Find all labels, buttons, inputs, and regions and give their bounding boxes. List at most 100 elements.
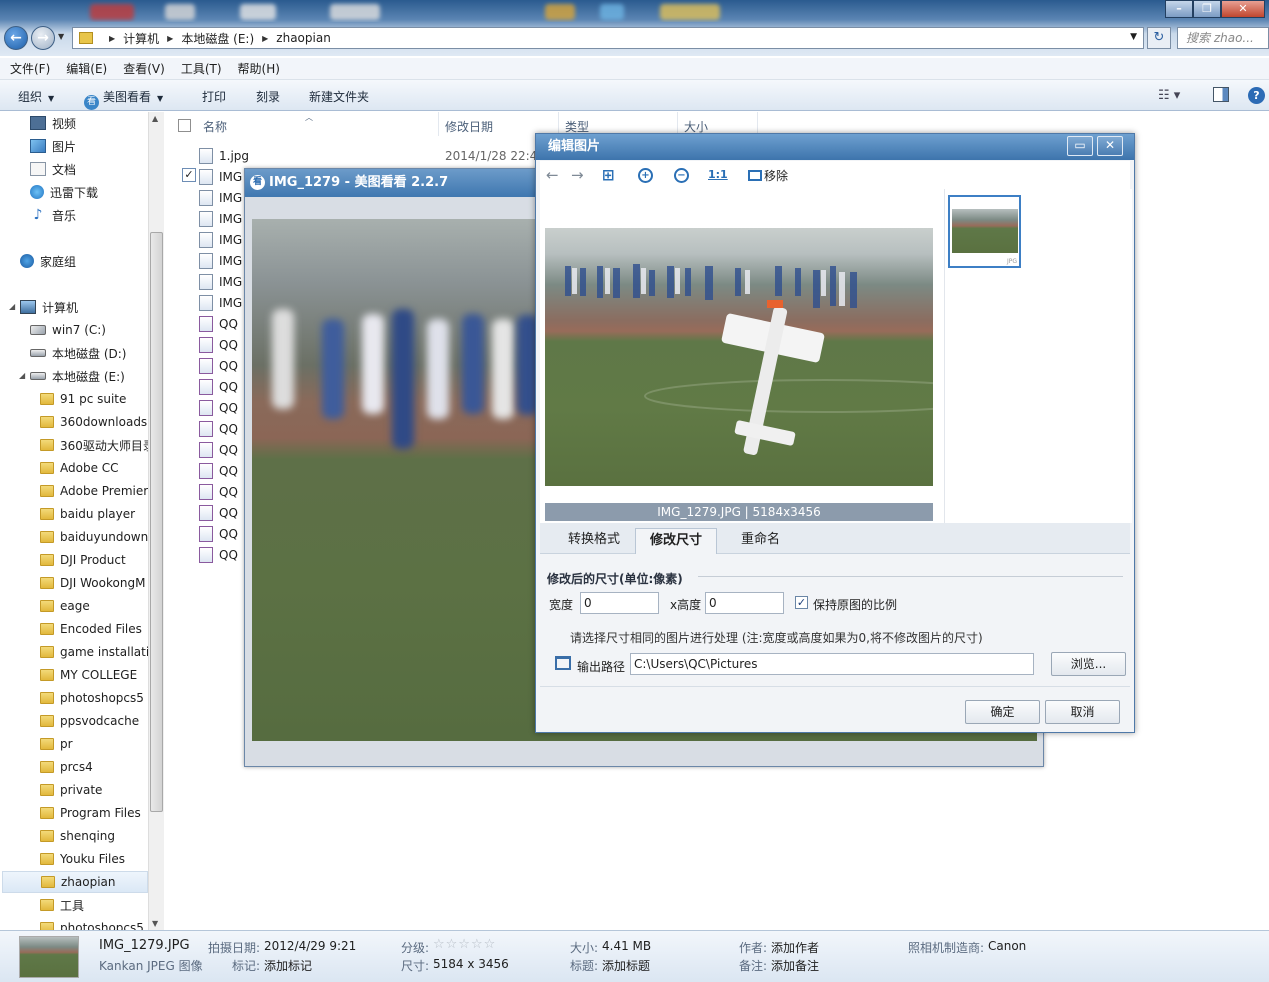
folder-item[interactable]: ppsvodcache bbox=[40, 710, 164, 732]
actual-size-button[interactable]: 1:1 bbox=[708, 168, 728, 181]
menu-view[interactable]: 查看(V) bbox=[123, 60, 165, 77]
nav-drive-e[interactable]: 本地磁盘 (E:) bbox=[30, 365, 164, 387]
organize-button[interactable]: 组织 ▼ bbox=[18, 88, 54, 105]
chevron-down-icon[interactable]: ▼ bbox=[1130, 32, 1137, 42]
folder-item[interactable]: Encoded Files bbox=[40, 618, 164, 640]
folder-item[interactable]: Youku Files bbox=[40, 848, 164, 870]
thumbnail-card[interactable]: JPG bbox=[948, 195, 1021, 268]
folder-item[interactable]: prcs4 bbox=[40, 756, 164, 778]
chevron-right-icon[interactable]: ▶ bbox=[262, 34, 268, 43]
file-row[interactable]: QQ bbox=[199, 397, 238, 418]
menu-file[interactable]: 文件(F) bbox=[10, 60, 50, 77]
file-row[interactable]: QQ bbox=[199, 544, 238, 565]
tags-value[interactable]: 添加标记 bbox=[264, 957, 312, 974]
search-input[interactable]: 搜索 zhao... bbox=[1177, 27, 1269, 49]
file-row[interactable]: QQ bbox=[199, 460, 238, 481]
folder-item[interactable]: DJI Product bbox=[40, 549, 164, 571]
file-row[interactable]: IMG bbox=[199, 292, 242, 313]
tab-resize[interactable]: 修改尺寸 bbox=[635, 528, 718, 554]
scrollbar-thumb[interactable] bbox=[150, 232, 163, 812]
taken-date-value[interactable]: 2012/4/29 9:21 bbox=[264, 939, 356, 953]
nav-thunder-downloads[interactable]: 迅雷下载 bbox=[30, 181, 164, 203]
rating-stars[interactable]: ☆☆☆☆☆ bbox=[433, 937, 496, 952]
file-row[interactable]: QQ bbox=[199, 313, 238, 334]
ok-button[interactable]: 确定 bbox=[965, 700, 1040, 724]
nav-homegroup[interactable]: 家庭组 bbox=[20, 250, 164, 272]
collapse-triangle-icon[interactable]: ◢ bbox=[9, 302, 15, 311]
file-row[interactable]: IMG bbox=[199, 187, 242, 208]
file-row[interactable]: QQ bbox=[199, 334, 238, 355]
folder-item[interactable]: zhaopian bbox=[2, 871, 148, 893]
nav-pictures[interactable]: 图片 bbox=[30, 135, 164, 157]
preview-pane-icon[interactable] bbox=[1213, 87, 1229, 102]
keep-ratio-checkbox[interactable]: ✓ bbox=[795, 596, 808, 609]
zoom-out-icon[interactable]: − bbox=[674, 168, 689, 183]
collapse-triangle-icon[interactable]: ◢ bbox=[19, 371, 25, 380]
tab-convert-format[interactable]: 转换格式 bbox=[554, 528, 634, 554]
nav-drive-d[interactable]: 本地磁盘 (D:) bbox=[30, 342, 164, 364]
height-input[interactable]: 0 bbox=[705, 592, 784, 614]
file-row[interactable]: IMG bbox=[199, 271, 242, 292]
file-row[interactable]: QQ bbox=[199, 355, 238, 376]
nav-computer[interactable]: 计算机 bbox=[20, 296, 164, 318]
forward-button[interactable]: → bbox=[31, 26, 55, 50]
zoom-in-icon[interactable]: + bbox=[638, 168, 653, 183]
remove-button[interactable]: 移除 bbox=[748, 167, 788, 184]
file-row[interactable]: QQ bbox=[199, 418, 238, 439]
file-row[interactable]: IMG bbox=[199, 166, 242, 187]
burn-button[interactable]: 刻录 bbox=[256, 88, 280, 105]
folder-item[interactable]: baidu player bbox=[40, 503, 164, 525]
folder-item[interactable]: game installation bbox=[40, 641, 164, 663]
file-row[interactable]: IMG bbox=[199, 250, 242, 271]
column-divider[interactable] bbox=[438, 112, 439, 136]
comment-value[interactable]: 添加备注 bbox=[771, 957, 819, 974]
row-checkbox[interactable]: ✓ bbox=[182, 168, 196, 182]
folder-item[interactable]: Adobe Premiere bbox=[40, 480, 164, 502]
dialog-maximize-button[interactable]: ▭ bbox=[1067, 136, 1093, 156]
nav-documents[interactable]: 文档 bbox=[30, 158, 164, 180]
back-button[interactable]: ← bbox=[4, 26, 28, 50]
column-name[interactable]: 名称 bbox=[203, 118, 227, 135]
breadcrumb-drive-e[interactable]: 本地磁盘 (E:) bbox=[181, 30, 254, 47]
nav-music[interactable]: ♪ 音乐 bbox=[30, 204, 164, 226]
title-value[interactable]: 添加标题 bbox=[602, 957, 650, 974]
dialog-title[interactable]: 编辑图片 bbox=[536, 134, 1134, 160]
add-image-icon[interactable]: ⊞ bbox=[602, 166, 615, 184]
nav-scrollbar[interactable]: ▲ ▼ bbox=[148, 112, 164, 930]
help-icon[interactable]: ? bbox=[1248, 87, 1265, 104]
folder-item[interactable]: 360驱动大师目录 bbox=[40, 434, 164, 456]
folder-item[interactable]: MY COLLEGE bbox=[40, 664, 164, 686]
folder-item[interactable]: 360downloads bbox=[40, 411, 164, 433]
dialog-close-button[interactable]: ✕ bbox=[1097, 136, 1123, 156]
folder-item[interactable]: eage bbox=[40, 595, 164, 617]
folder-item[interactable]: pr bbox=[40, 733, 164, 755]
previous-arrow-icon[interactable]: ← bbox=[546, 166, 559, 184]
file-row[interactable]: QQ bbox=[199, 502, 238, 523]
folder-item[interactable]: DJI WookongM bbox=[40, 572, 164, 594]
folder-item[interactable]: photoshopcs5 bbox=[40, 917, 164, 930]
close-button[interactable]: ✕ bbox=[1221, 0, 1265, 18]
refresh-button[interactable]: ↻ bbox=[1147, 27, 1171, 49]
file-row[interactable]: QQ bbox=[199, 376, 238, 397]
menu-edit[interactable]: 编辑(E) bbox=[66, 60, 107, 77]
chevron-right-icon[interactable]: ▶ bbox=[109, 34, 115, 43]
minimize-button[interactable]: – bbox=[1165, 0, 1193, 18]
folder-item[interactable]: Program Files bbox=[40, 802, 164, 824]
meitu-open-button[interactable]: 看美图看看 ▼ bbox=[84, 88, 163, 110]
file-row[interactable]: 1.jpg 2014/1/28 22:46 bbox=[199, 145, 545, 166]
new-folder-button[interactable]: 新建文件夹 bbox=[309, 88, 369, 105]
folder-item[interactable]: private bbox=[40, 779, 164, 801]
folder-item[interactable]: photoshopcs5 bbox=[40, 687, 164, 709]
address-bar[interactable]: ▶ 计算机 ▶ 本地磁盘 (E:) ▶ zhaopian ▼ bbox=[72, 27, 1144, 49]
breadcrumb-zhaopian[interactable]: zhaopian bbox=[276, 31, 331, 45]
author-value[interactable]: 添加作者 bbox=[771, 939, 819, 956]
maximize-button[interactable]: ❐ bbox=[1193, 0, 1221, 18]
scroll-up-icon[interactable]: ▲ bbox=[152, 114, 158, 123]
edit-image-dialog[interactable]: 编辑图片 ▭ ✕ ← → ⊞ + − 1:1 移除 IMG_1279.JPG |… bbox=[535, 133, 1135, 733]
nav-drive-c[interactable]: win7 (C:) bbox=[30, 319, 164, 341]
history-dropdown-icon[interactable]: ▼ bbox=[58, 32, 64, 41]
output-path-input[interactable]: C:\Users\QC\Pictures bbox=[630, 653, 1034, 675]
folder-item[interactable]: 工具 bbox=[40, 894, 164, 916]
file-row[interactable]: IMG bbox=[199, 229, 242, 250]
folder-item[interactable]: 91 pc suite bbox=[40, 388, 164, 410]
